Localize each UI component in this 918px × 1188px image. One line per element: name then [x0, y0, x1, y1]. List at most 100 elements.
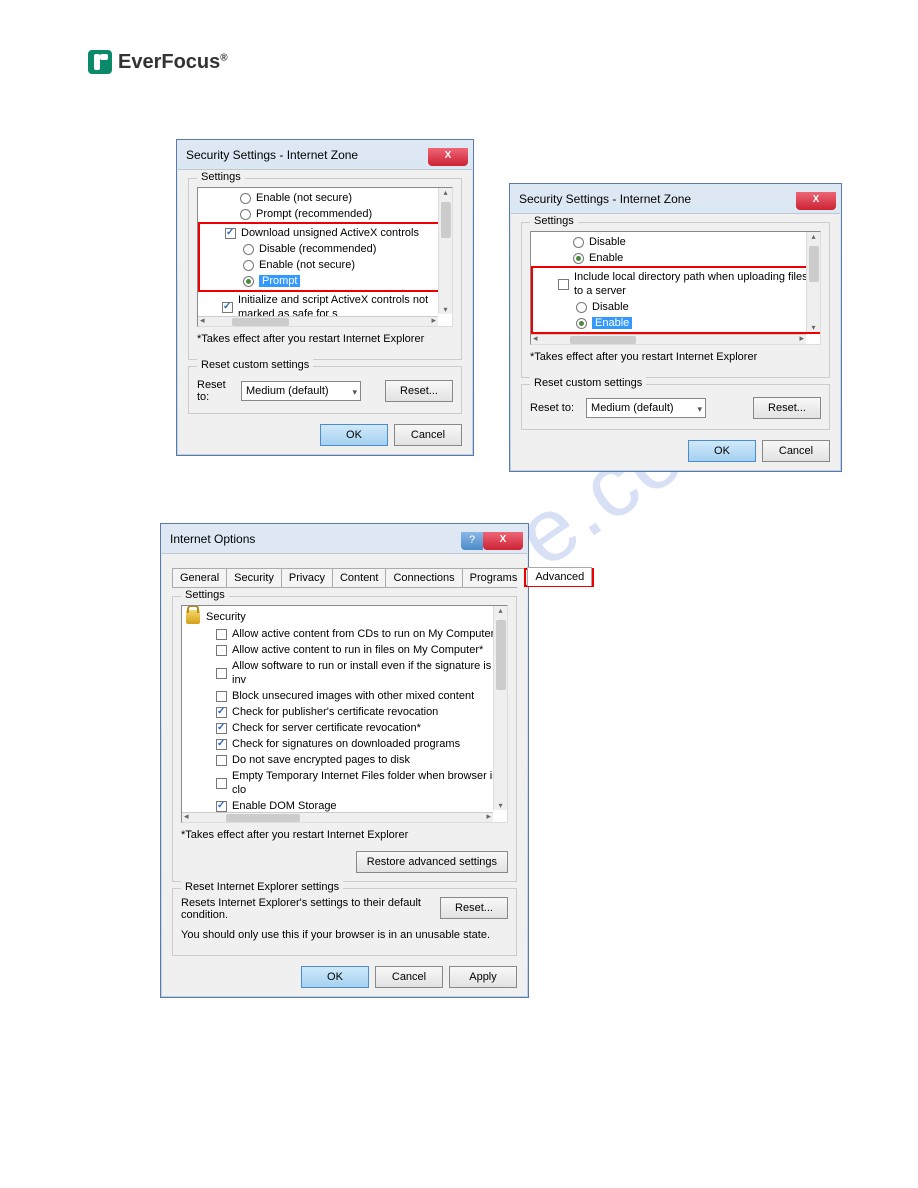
checkbox-icon[interactable]	[216, 755, 227, 766]
title-bar: Internet Options ? X	[162, 525, 527, 553]
reset-ie-group: Reset Internet Explorer settings Resets …	[172, 888, 517, 956]
ok-button[interactable]: OK	[688, 440, 756, 462]
option-label: Empty Temporary Internet Files folder wh…	[232, 769, 507, 797]
checkbox-icon[interactable]	[216, 801, 227, 812]
option-row[interactable]: Prompt (recommended)	[198, 206, 452, 222]
vertical-scrollbar[interactable]	[493, 606, 507, 810]
option-row[interactable]: Enable	[534, 315, 817, 331]
checkbox-icon[interactable]	[558, 279, 569, 290]
radio-icon[interactable]	[573, 253, 584, 264]
tab-privacy[interactable]: Privacy	[281, 568, 333, 587]
settings-group: Settings DisableEnableInclude local dire…	[521, 222, 830, 378]
option-label: Disable	[592, 300, 629, 314]
checkbox-icon[interactable]	[216, 778, 227, 789]
checkbox-icon[interactable]	[216, 723, 227, 734]
reset-button[interactable]: Reset...	[753, 397, 821, 419]
settings-listbox[interactable]: Enable (not secure)Prompt (recommended)D…	[197, 187, 453, 327]
option-label: Prompt	[259, 274, 300, 288]
horizontal-scrollbar[interactable]	[531, 334, 806, 344]
checkbox-icon[interactable]	[216, 668, 227, 679]
option-row[interactable]: Download unsigned ActiveX controls	[201, 225, 449, 241]
radio-icon[interactable]	[576, 302, 587, 313]
checkbox-icon[interactable]	[225, 228, 236, 239]
radio-icon[interactable]	[243, 244, 254, 255]
logo-text: EverFocus®	[118, 51, 228, 74]
settings-legend: Settings	[530, 215, 578, 227]
option-label: Download unsigned ActiveX controls	[241, 226, 419, 240]
option-label: Allow active content from CDs to run on …	[232, 627, 499, 641]
option-row[interactable]: Allow active content to run in files on …	[192, 642, 507, 658]
reset-button[interactable]: Reset...	[385, 380, 453, 402]
reset-level-dropdown[interactable]: Medium (default)	[241, 381, 361, 401]
radio-icon[interactable]	[240, 209, 251, 220]
checkbox-icon[interactable]	[216, 707, 227, 718]
ok-button[interactable]: OK	[301, 966, 369, 988]
dialog-title: Security Settings - Internet Zone	[186, 148, 358, 162]
option-label: Check for server certificate revocation*	[232, 721, 421, 735]
close-icon[interactable]: X	[796, 192, 836, 210]
title-bar: Security Settings - Internet Zone X	[511, 185, 840, 213]
option-row[interactable]: Disable (recommended)	[201, 241, 449, 257]
vertical-scrollbar[interactable]	[438, 188, 452, 314]
apply-button[interactable]: Apply	[449, 966, 517, 988]
dialog-title: Internet Options	[170, 532, 255, 546]
checkbox-icon[interactable]	[216, 739, 227, 750]
close-icon[interactable]: X	[428, 148, 468, 166]
vertical-scrollbar[interactable]	[806, 232, 820, 332]
radio-icon[interactable]	[243, 276, 254, 287]
option-row[interactable]: Enable	[531, 250, 820, 266]
option-label: Disable (recommended)	[259, 242, 376, 256]
settings-group: Settings Enable (not secure)Prompt (reco…	[188, 178, 462, 360]
advanced-settings-listbox[interactable]: Security Allow active content from CDs t…	[181, 605, 508, 823]
tab-connections[interactable]: Connections	[385, 568, 462, 587]
checkbox-icon[interactable]	[222, 302, 233, 313]
radio-icon[interactable]	[240, 193, 251, 204]
radio-icon[interactable]	[243, 260, 254, 271]
radio-icon[interactable]	[573, 237, 584, 248]
option-row[interactable]: Enable (not secure)	[198, 190, 452, 206]
option-row[interactable]: Do not save encrypted pages to disk	[192, 752, 507, 768]
option-row[interactable]: Include local directory path when upload…	[534, 269, 817, 299]
tab-advanced[interactable]: Advanced	[527, 567, 592, 586]
option-row[interactable]: Allow active content from CDs to run on …	[192, 626, 507, 642]
option-row[interactable]: Check for publisher's certificate revoca…	[192, 704, 507, 720]
help-icon[interactable]: ?	[461, 532, 483, 550]
reset-legend: Reset custom settings	[197, 359, 313, 371]
tab-security[interactable]: Security	[226, 568, 282, 587]
checkbox-icon[interactable]	[216, 629, 227, 640]
option-row[interactable]: Check for server certificate revocation*	[192, 720, 507, 736]
horizontal-scrollbar[interactable]	[182, 812, 493, 822]
option-row[interactable]: Disable	[534, 299, 817, 315]
close-icon[interactable]: X	[483, 532, 523, 550]
option-row[interactable]: Check for signatures on downloaded progr…	[192, 736, 507, 752]
settings-listbox[interactable]: DisableEnableInclude local directory pat…	[530, 231, 821, 345]
option-row[interactable]: Enable (not secure)	[201, 257, 449, 273]
security-settings-dialog-1: Security Settings - Internet Zone X Sett…	[176, 139, 474, 456]
option-row[interactable]: Disable	[531, 234, 820, 250]
cancel-button[interactable]: Cancel	[375, 966, 443, 988]
checkbox-icon[interactable]	[216, 691, 227, 702]
cancel-button[interactable]: Cancel	[762, 440, 830, 462]
option-label: Enable (not secure)	[259, 258, 355, 272]
reset-button[interactable]: Reset...	[440, 897, 508, 919]
radio-icon[interactable]	[576, 318, 587, 329]
tab-programs[interactable]: Programs	[462, 568, 526, 587]
horizontal-scrollbar[interactable]	[198, 316, 438, 326]
option-label: Enable	[592, 316, 632, 330]
reset-to-label: Reset to:	[530, 402, 574, 414]
option-label: Enable (not secure)	[256, 191, 352, 205]
option-row[interactable]: Empty Temporary Internet Files folder wh…	[192, 768, 507, 798]
option-row[interactable]: Allow software to run or install even if…	[192, 658, 507, 688]
option-label: Disable	[589, 235, 626, 249]
security-settings-dialog-2: Security Settings - Internet Zone X Sett…	[509, 183, 842, 472]
tab-content[interactable]: Content	[332, 568, 387, 587]
option-row[interactable]: Prompt	[201, 273, 449, 289]
checkbox-icon[interactable]	[216, 645, 227, 656]
ok-button[interactable]: OK	[320, 424, 388, 446]
cancel-button[interactable]: Cancel	[394, 424, 462, 446]
restart-note: *Takes effect after you restart Internet…	[181, 829, 508, 841]
restore-advanced-button[interactable]: Restore advanced settings	[356, 851, 508, 873]
option-row[interactable]: Block unsecured images with other mixed …	[192, 688, 507, 704]
reset-level-dropdown[interactable]: Medium (default)	[586, 398, 706, 418]
tab-general[interactable]: General	[172, 568, 227, 587]
